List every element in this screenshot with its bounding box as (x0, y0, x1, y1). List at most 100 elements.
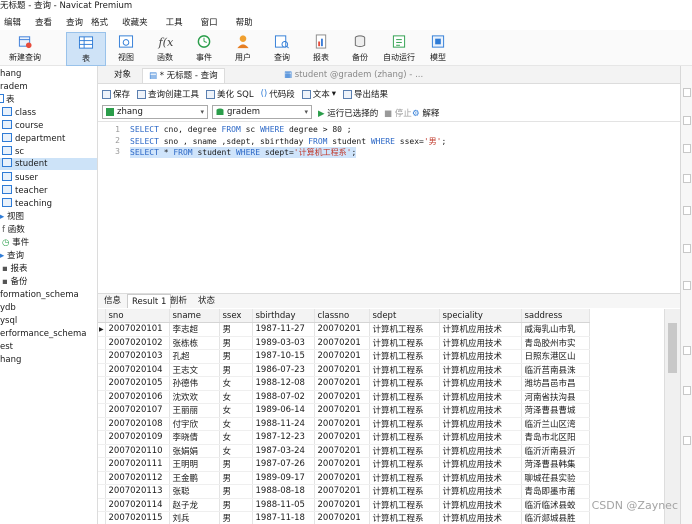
table-row[interactable]: 2007020105 孙德伟女 1988-12-08 20070201 计算机工程系 计算… (98, 376, 590, 391)
table-row[interactable]: 2007020106 沈欢欢女 1988-07-02 20070201 计算机工程系 计算… (98, 390, 590, 404)
tree-table-teacher[interactable]: teacher (2, 185, 48, 197)
cell-saddress[interactable]: 青岛即墨市莆 (521, 484, 590, 499)
cell-sname[interactable]: 王金鹏 (169, 471, 220, 485)
cell-classno[interactable]: 20070201 (314, 336, 370, 350)
cell-sname[interactable]: 李志超 (169, 322, 220, 337)
cell-sno[interactable]: 2007020105 (105, 376, 170, 391)
menu-query[interactable]: 查询 (62, 16, 87, 28)
cell-speciality[interactable]: 计算机应用技术 (439, 322, 522, 337)
panel-button[interactable] (683, 174, 691, 183)
cell-sdept[interactable]: 计算机工程系 (369, 363, 440, 377)
cell-sbirthday[interactable]: 1986-07-23 (252, 363, 315, 377)
tab-result-1[interactable]: Result 1 (127, 294, 172, 308)
cell-sno[interactable]: 2007020111 (105, 457, 170, 472)
result-grid[interactable]: sno sname ssex sbirthday classno sdept special… (98, 309, 664, 524)
cell-classno[interactable]: 20070201 (314, 417, 370, 431)
cell-sbirthday[interactable]: 1988-07-02 (252, 390, 315, 404)
cell-sno[interactable]: 2007020115 (105, 511, 170, 524)
cell-sno[interactable]: 2007020104 (105, 363, 170, 377)
cell-sname[interactable]: 刘兵 (169, 511, 220, 524)
cell-sno[interactable]: 2007020112 (105, 471, 170, 485)
tree-db-test[interactable]: est (0, 341, 13, 353)
cell-sno[interactable]: 2007020110 (105, 444, 170, 458)
tree-table-suser[interactable]: suser (2, 172, 38, 184)
panel-button[interactable] (683, 281, 691, 290)
cell-ssex[interactable]: 女 (219, 390, 253, 404)
cell-sno[interactable]: 2007020107 (105, 403, 170, 418)
tree-folder-tables[interactable]: 表 (0, 94, 15, 106)
cell-sname[interactable]: 王丽丽 (169, 403, 220, 418)
cell-sname[interactable]: 赵子龙 (169, 498, 220, 512)
cell-sdept[interactable]: 计算机工程系 (369, 471, 440, 485)
table-row[interactable]: ▶ 2007020101 李志超男 1987-11-27 20070201 计算机工程系计… (98, 322, 590, 337)
menu-favorites[interactable]: 收藏夹 (118, 16, 152, 28)
cell-classno[interactable]: 20070201 (314, 322, 370, 337)
sql-editor[interactable]: 1 2 3 SELECT cno, degree FROM sc WHERE d… (98, 121, 680, 293)
cell-sbirthday[interactable]: 1987-10-15 (252, 349, 315, 364)
cell-sno[interactable]: 2007020109 (105, 430, 170, 445)
table-row[interactable]: 2007020111 王明明男 1987-07-26 20070201 计算机工程系 计算… (98, 457, 590, 472)
cell-sno[interactable]: 2007020113 (105, 484, 170, 499)
cell-ssex[interactable]: 女 (219, 417, 253, 431)
cell-ssex[interactable]: 男 (219, 511, 253, 524)
cell-speciality[interactable]: 计算机应用技术 (439, 376, 522, 391)
cell-sdept[interactable]: 计算机工程系 (369, 498, 440, 512)
text-button[interactable]: 文本 ▾ (301, 88, 336, 100)
cell-sno[interactable]: 2007020114 (105, 498, 170, 512)
tree-folder-backups[interactable]: ▪ 备份 (2, 276, 27, 288)
cell-saddress[interactable]: 临沂临沭县蛟 (521, 498, 590, 512)
cell-ssex[interactable]: 男 (219, 498, 253, 512)
table-row[interactable]: 2007020104 王志文男 1986-07-23 20070201 计算机工程系 计算… (98, 363, 590, 377)
menu-tools[interactable]: 工具 (162, 16, 187, 28)
cell-saddress[interactable]: 威海乳山市乳 (521, 322, 590, 337)
cell-sname[interactable]: 孔超 (169, 349, 220, 364)
tab-status[interactable]: 状态 (194, 294, 219, 308)
cell-sdept[interactable]: 计算机工程系 (369, 484, 440, 499)
panel-button[interactable] (683, 244, 691, 253)
cell-classno[interactable]: 20070201 (314, 403, 370, 418)
cell-classno[interactable]: 20070201 (314, 390, 370, 404)
menu-format[interactable]: 格式 (87, 16, 112, 28)
column-header-sname[interactable]: sname (169, 309, 220, 323)
tree-table-sc[interactable]: sc (2, 146, 24, 158)
cell-ssex[interactable]: 女 (219, 403, 253, 418)
cell-sdept[interactable]: 计算机工程系 (369, 444, 440, 458)
cell-sbirthday[interactable]: 1989-06-14 (252, 403, 315, 418)
column-header-sdept[interactable]: sdept (369, 309, 440, 323)
cell-classno[interactable]: 20070201 (314, 363, 370, 377)
cell-sname[interactable]: 李晓倩 (169, 430, 220, 445)
table-row[interactable]: 2007020114 赵子龙男 1988-11-05 20070201 计算机工程系 计算… (98, 498, 590, 512)
cell-speciality[interactable]: 计算机应用技术 (439, 336, 522, 350)
cell-sname[interactable]: 沈欢欢 (169, 390, 220, 404)
cell-ssex[interactable]: 男 (219, 349, 253, 364)
event-button[interactable]: 事件 (184, 32, 224, 66)
cell-sno[interactable]: 2007020101 (105, 322, 170, 337)
tree-folder-views[interactable]: ▸ 视图 (0, 211, 24, 223)
cell-sbirthday[interactable]: 1987-03-24 (252, 444, 315, 458)
table-row[interactable]: 2007020107 王丽丽女 1989-06-14 20070201 计算机工程系 计算… (98, 403, 590, 418)
cell-saddress[interactable]: 临沂沂南县沂 (521, 444, 590, 458)
panel-button[interactable] (683, 436, 691, 445)
tree-db-gradem[interactable]: radem (0, 81, 28, 93)
cell-sno[interactable]: 2007020102 (105, 336, 170, 350)
cell-sname[interactable]: 孙德伟 (169, 376, 220, 391)
cell-sdept[interactable]: 计算机工程系 (369, 376, 440, 391)
column-header-sbirthday[interactable]: sbirthday (252, 309, 315, 323)
tree-conn-zhang[interactable]: hang (0, 68, 21, 80)
cell-classno[interactable]: 20070201 (314, 498, 370, 512)
table-row[interactable]: 2007020108 付宇欣女 1988-11-24 20070201 计算机工程系 计算… (98, 417, 590, 431)
cell-speciality[interactable]: 计算机应用技术 (439, 363, 522, 377)
cell-sname[interactable]: 王志文 (169, 363, 220, 377)
table-row[interactable]: 2007020113 张聪男 1988-08-18 20070201 计算机工程系 计算机… (98, 484, 590, 499)
tree-db-information-schema[interactable]: formation_schema (0, 289, 79, 301)
cell-speciality[interactable]: 计算机应用技术 (439, 457, 522, 472)
cell-sdept[interactable]: 计算机工程系 (369, 457, 440, 472)
tree-table-class[interactable]: class (2, 107, 36, 119)
tree-folder-queries[interactable]: ▸ 查询 (0, 250, 24, 262)
panel-button[interactable] (683, 88, 691, 97)
menu-view[interactable]: 查看 (31, 16, 56, 28)
table-row[interactable]: 2007020102 张栋栋男 1989-03-03 20070201 计算机工程系 计算… (98, 336, 590, 350)
tree-table-course[interactable]: course (2, 120, 43, 132)
query-button[interactable]: 查询 (262, 32, 302, 66)
cell-speciality[interactable]: 计算机应用技术 (439, 349, 522, 364)
